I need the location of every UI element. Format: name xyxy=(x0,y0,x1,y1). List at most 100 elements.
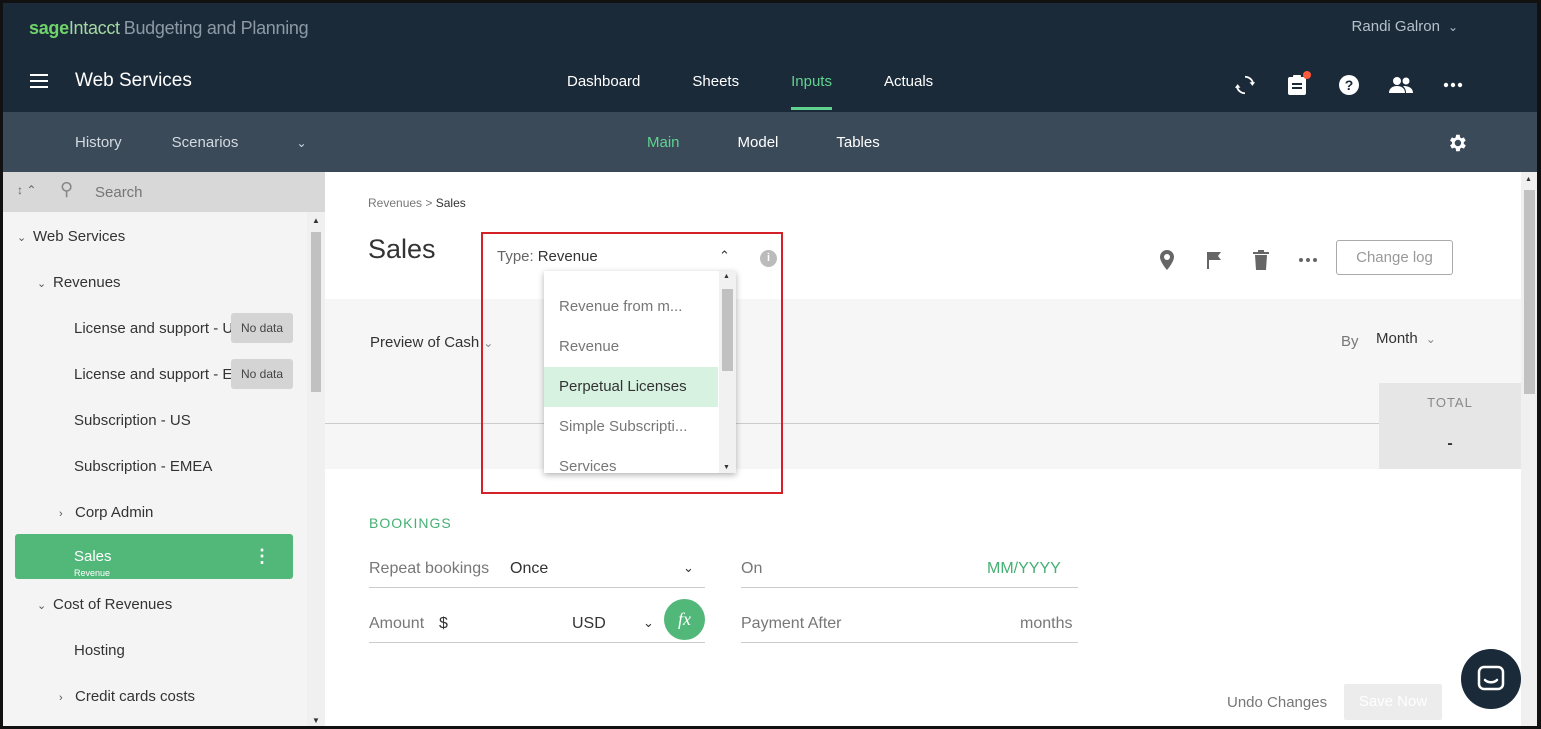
tree-item-license-support-emea[interactable]: License and support - E xyxy=(74,366,231,383)
dropdown-scrollbar[interactable]: ▲ ▼ xyxy=(719,271,736,473)
tree-item-license-support-us[interactable]: License and support - U xyxy=(74,320,231,337)
tree-item-sales[interactable]: Sales Revenue ⋮ xyxy=(15,534,293,579)
nav-actuals[interactable]: Actuals xyxy=(884,73,933,110)
info-icon[interactable]: i xyxy=(760,250,777,267)
breadcrumb: Revenues > Sales xyxy=(368,196,466,210)
page-title: Sales xyxy=(368,234,436,264)
sidebar-search-bar: ↕ ⌃ ⚲ xyxy=(3,172,325,212)
total-value: - xyxy=(1447,435,1453,452)
nav-sheets[interactable]: Sheets xyxy=(692,73,739,110)
nav-inputs[interactable]: Inputs xyxy=(791,73,832,110)
tree-item-label: Sales xyxy=(74,548,112,565)
top-icons: ? xyxy=(1205,71,1465,97)
tab-tables[interactable]: Tables xyxy=(836,134,879,151)
by-label: By xyxy=(1341,333,1359,350)
repeat-bookings-field[interactable]: Repeat bookings Once ⌄ xyxy=(369,552,705,588)
tree-item-corp-admin[interactable]: › Corp Admin xyxy=(59,504,153,521)
chevron-right-icon: › xyxy=(59,692,63,704)
breadcrumb-parent[interactable]: Revenues xyxy=(368,196,422,210)
more-icon[interactable] xyxy=(1441,73,1465,97)
users-icon[interactable] xyxy=(1389,73,1413,97)
type-option-revenue-from[interactable]: Revenue from m... xyxy=(544,287,718,327)
location-pin-icon[interactable] xyxy=(1155,248,1179,272)
tree-item-subscription-us[interactable]: Subscription - US xyxy=(74,412,191,429)
type-option-revenue[interactable]: Revenue xyxy=(544,327,718,367)
on-date-field[interactable]: On MM/YYYY xyxy=(741,552,1078,588)
nav-dashboard[interactable]: Dashboard xyxy=(567,73,640,110)
undo-changes-button[interactable]: Undo Changes xyxy=(1227,694,1327,711)
user-menu[interactable]: Randi Galron ⌄ xyxy=(1352,18,1458,35)
sidebar-scrollbar[interactable]: ▲ ▼ xyxy=(307,212,325,726)
search-input[interactable] xyxy=(95,180,295,204)
app-window: sageIntacct Budgeting and Planning Randi … xyxy=(0,0,1541,729)
type-dropdown-list: Revenue from m... Revenue Perpetual Lice… xyxy=(544,271,736,473)
tree-item-sublabel: Revenue xyxy=(74,568,111,578)
scrollbar-thumb[interactable] xyxy=(1524,190,1535,394)
tree: ⌄ Web Services ⌄ Revenues License and supp… xyxy=(3,212,307,726)
sub-nav: History Scenarios ⌄ Main Model Tables xyxy=(3,112,1537,172)
collapse-expand-icon[interactable]: ↕ ⌃ xyxy=(17,183,36,197)
chevron-down-icon: ⌄ xyxy=(296,136,307,150)
main-content: Revenues > Sales Sales Preview of Cash ⌄ … xyxy=(325,172,1521,726)
scrollbar-thumb[interactable] xyxy=(722,289,733,371)
sidebar: ↕ ⌃ ⚲ ⌄Web Services ⌄Revenues License an… xyxy=(3,172,325,726)
hamburger-menu-icon[interactable] xyxy=(30,74,48,88)
help-icon[interactable]: ? xyxy=(1337,73,1361,97)
tree-item-revenues[interactable]: ⌄ Revenues xyxy=(37,274,121,291)
clipboard-icon[interactable] xyxy=(1285,71,1311,97)
type-value: Revenue xyxy=(537,248,598,265)
gear-icon[interactable] xyxy=(1446,132,1468,160)
app-title: Web Services xyxy=(75,70,192,91)
repeat-bookings-value: Once xyxy=(510,560,549,577)
scenarios-dropdown[interactable]: Scenarios ⌄ xyxy=(172,134,357,151)
chevron-down-icon: ⌄ xyxy=(37,600,47,612)
flag-icon[interactable] xyxy=(1202,248,1226,272)
refresh-icon[interactable] xyxy=(1233,73,1257,97)
action-icons xyxy=(1155,248,1343,272)
no-data-badge: No data xyxy=(231,313,293,343)
amount-field[interactable]: Amount $ USD ⌄ xyxy=(369,607,705,643)
tree-item-credit-cards-costs[interactable]: › Credit cards costs xyxy=(59,688,195,705)
notification-dot xyxy=(1303,71,1311,79)
chevron-down-icon: ⌄ xyxy=(683,560,694,575)
chevron-up-icon[interactable]: ⌃ xyxy=(719,248,730,264)
main-scrollbar[interactable]: ▲ xyxy=(1521,172,1537,726)
currency-select[interactable]: USD xyxy=(572,615,606,633)
total-header: TOTAL xyxy=(1427,395,1473,410)
chevron-down-icon: ⌄ xyxy=(643,615,654,630)
chat-icon[interactable] xyxy=(1461,649,1521,709)
tab-model[interactable]: Model xyxy=(738,134,779,151)
kebab-menu-icon[interactable]: ⋮ xyxy=(253,546,271,567)
tree-item-subscription-emea[interactable]: Subscription - EMEA xyxy=(74,458,212,475)
payment-after-field[interactable]: Payment After months xyxy=(741,607,1078,643)
type-option-services[interactable]: Services xyxy=(544,447,718,473)
brand-logo: sageIntacct Budgeting and Planning xyxy=(29,18,309,38)
chevron-down-icon: ⌄ xyxy=(1425,332,1436,346)
preview-dropdown[interactable]: Preview of Cash ⌄ xyxy=(370,334,493,351)
trash-icon[interactable] xyxy=(1249,248,1273,272)
change-log-button[interactable]: Change log xyxy=(1336,240,1453,275)
chevron-down-icon: ⌄ xyxy=(1447,20,1458,34)
total-column: TOTAL - xyxy=(1379,383,1521,469)
chevron-down-icon: ⌄ xyxy=(17,232,27,244)
tree-item-cost-of-revenues[interactable]: ⌄ Cost of Revenues xyxy=(37,596,172,613)
save-now-button[interactable]: Save Now xyxy=(1344,684,1442,720)
tree-item-hosting[interactable]: Hosting xyxy=(74,642,125,659)
search-icon: ⚲ xyxy=(60,179,74,199)
history-link[interactable]: History xyxy=(75,134,122,151)
tab-main[interactable]: Main xyxy=(647,134,680,151)
tree-item-web-services[interactable]: ⌄ Web Services xyxy=(17,228,125,245)
type-option-simple-subscription[interactable]: Simple Subscripti... xyxy=(544,407,718,447)
breadcrumb-current: Sales xyxy=(435,196,466,210)
date-placeholder: MM/YYYY xyxy=(987,560,1061,577)
scrollbar-thumb[interactable] xyxy=(311,232,321,392)
chevron-down-icon: ⌄ xyxy=(37,278,47,290)
more-icon[interactable] xyxy=(1296,248,1320,272)
type-option-perpetual-licenses[interactable]: Perpetual Licenses xyxy=(544,367,718,407)
type-selector[interactable]: Type: Revenue xyxy=(497,248,598,265)
period-dropdown[interactable]: Month ⌄ xyxy=(1376,330,1436,347)
top-bar: sageIntacct Budgeting and Planning Randi … xyxy=(3,3,1537,112)
user-name: Randi Galron xyxy=(1351,18,1440,35)
no-data-badge: No data xyxy=(231,359,293,389)
formula-button[interactable]: fx xyxy=(664,599,705,640)
